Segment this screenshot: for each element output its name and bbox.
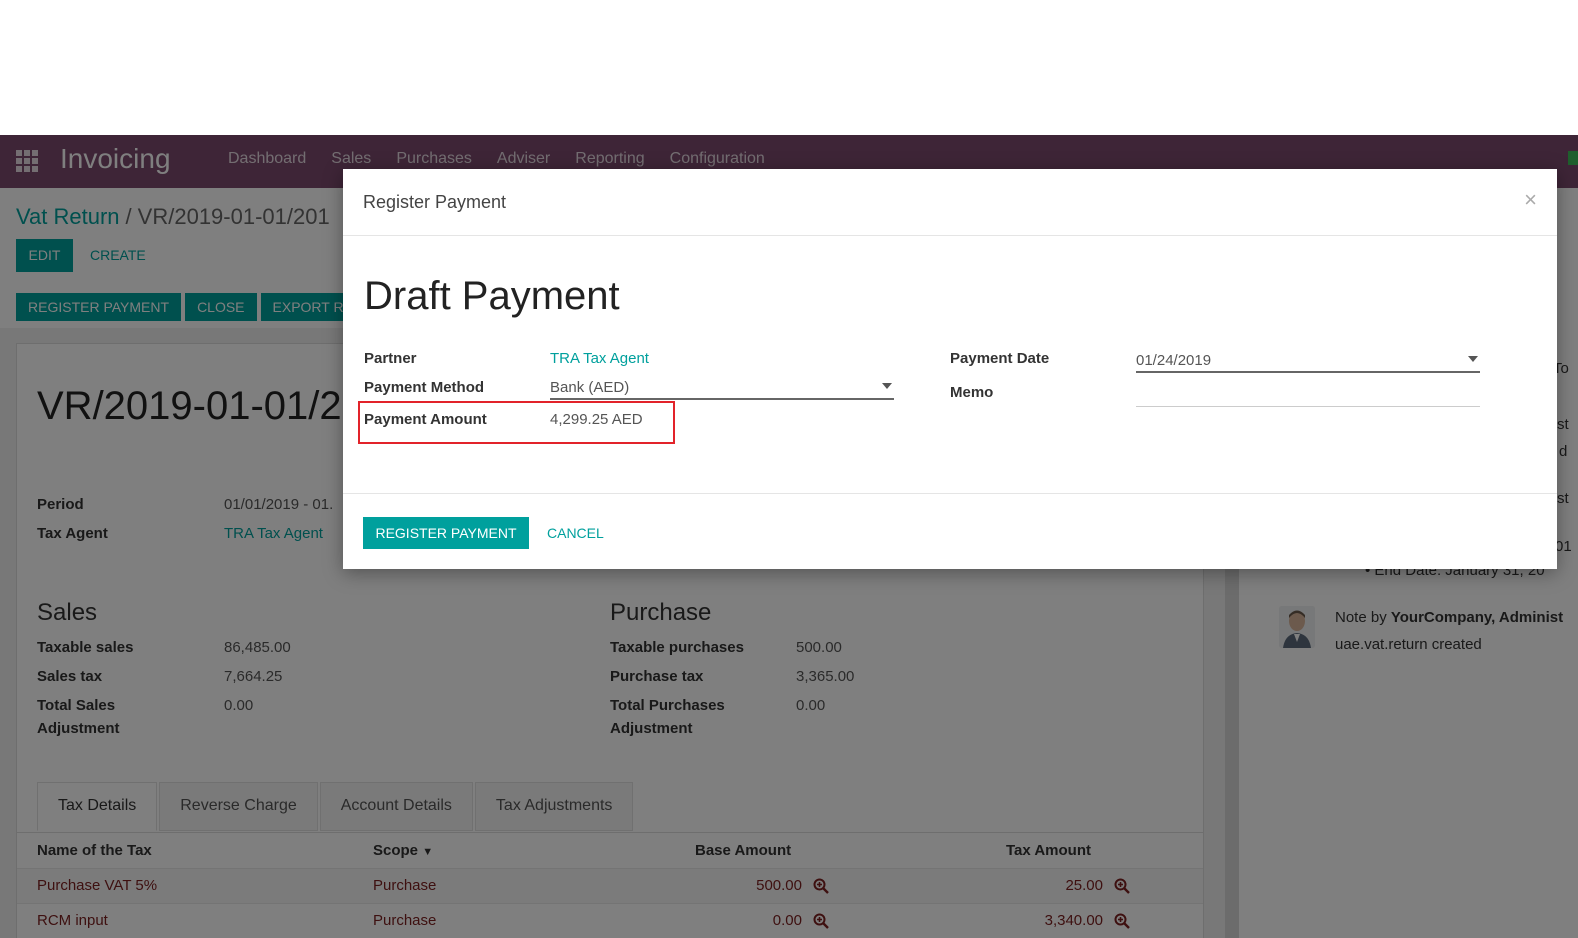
- payment-method-value: Bank (AED): [550, 379, 630, 396]
- register-payment-button[interactable]: REGISTER PAYMENT: [363, 517, 529, 549]
- top-blank-area: [0, 0, 1578, 135]
- payment-date-input[interactable]: 01/24/2019: [1136, 347, 1480, 373]
- draft-payment-title: Draft Payment: [364, 274, 620, 318]
- partner-link[interactable]: TRA Tax Agent: [550, 350, 649, 367]
- close-icon[interactable]: ×: [1524, 187, 1537, 213]
- chevron-down-icon: [882, 383, 892, 389]
- chevron-down-icon: [1468, 356, 1478, 362]
- dialog-footer: REGISTER PAYMENT CANCEL: [343, 493, 1557, 569]
- payment-amount-label: Payment Amount: [364, 411, 487, 428]
- memo-input[interactable]: [1136, 381, 1480, 407]
- payment-amount-value: 4,299.25 AED: [550, 411, 643, 428]
- dialog-title: Register Payment: [363, 192, 507, 212]
- partner-label: Partner: [364, 350, 417, 367]
- payment-date-label: Payment Date: [950, 350, 1050, 367]
- register-payment-dialog: Register Payment × Draft Payment Partner…: [343, 169, 1557, 569]
- dialog-header: Register Payment ×: [343, 169, 1557, 236]
- memo-label: Memo: [950, 384, 994, 401]
- cancel-button[interactable]: CANCEL: [547, 517, 604, 549]
- payment-method-label: Payment Method: [364, 379, 485, 396]
- payment-method-select[interactable]: Bank (AED): [550, 374, 894, 400]
- payment-date-value: 01/24/2019: [1136, 352, 1212, 369]
